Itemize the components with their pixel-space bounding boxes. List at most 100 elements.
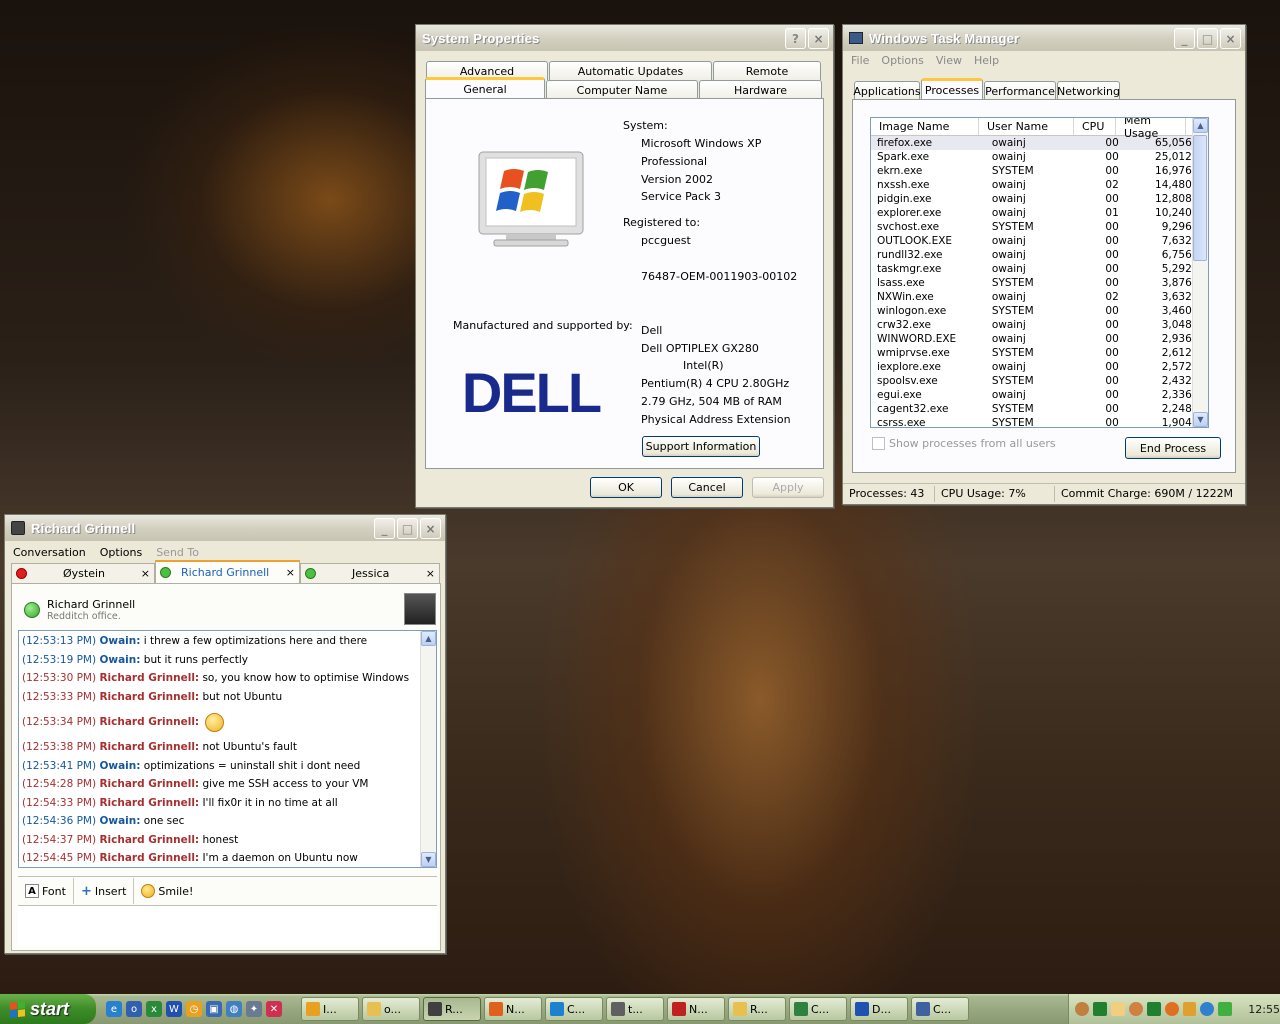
chat-titlebar[interactable]: Richard Grinnell _ □ ×: [5, 515, 445, 541]
column-cpu[interactable]: CPU: [1074, 118, 1116, 135]
tab-hardware[interactable]: Hardware: [699, 80, 822, 99]
process-row[interactable]: explorer.exe owainj 01 10,240 K: [871, 206, 1208, 220]
checkbox-box[interactable]: [872, 437, 885, 450]
message-scrollbar[interactable]: ▲ ▼: [420, 631, 436, 867]
apply-button[interactable]: Apply: [752, 477, 824, 498]
outlook-icon[interactable]: o: [126, 1001, 142, 1017]
menu-file[interactable]: File: [851, 54, 869, 67]
process-row[interactable]: csrss.exe SYSTEM 00 1,904 K: [871, 416, 1208, 427]
process-row[interactable]: lsass.exe SYSTEM 00 3,876 K: [871, 276, 1208, 290]
support-information-button[interactable]: Support Information: [642, 436, 760, 457]
tab-networking[interactable]: Networking: [1057, 81, 1120, 100]
process-row[interactable]: Spark.exe owainj 00 25,012 K: [871, 150, 1208, 164]
app-icon[interactable]: ✕: [266, 1001, 282, 1017]
smile-button[interactable]: Smile!: [134, 878, 200, 904]
tab-applications[interactable]: Applications: [853, 81, 921, 100]
menu-conversation[interactable]: Conversation: [13, 546, 86, 559]
clock[interactable]: 12:55: [1248, 1003, 1280, 1016]
globe-icon[interactable]: ◍: [226, 1001, 242, 1017]
network-icon[interactable]: ▣: [206, 1001, 222, 1017]
system-properties-titlebar[interactable]: System Properties ? ×: [416, 25, 833, 51]
process-row[interactable]: ekrn.exe SYSTEM 00 16,976 K: [871, 164, 1208, 178]
close-button[interactable]: ×: [420, 518, 441, 539]
column-user-name[interactable]: User Name: [979, 118, 1074, 135]
scroll-thumb[interactable]: [1193, 135, 1207, 261]
maximize-button[interactable]: □: [397, 518, 418, 539]
taskbar-button[interactable]: R...: [728, 997, 786, 1021]
tools-icon[interactable]: ✦: [246, 1001, 262, 1017]
process-row[interactable]: spoolsv.exe SYSTEM 00 2,432 K: [871, 374, 1208, 388]
taskbar-button[interactable]: C...: [545, 997, 603, 1021]
menu-view[interactable]: View: [936, 54, 962, 67]
tab-general[interactable]: General: [425, 77, 545, 98]
scroll-down-arrow[interactable]: ▼: [421, 852, 436, 867]
menu-help[interactable]: Help: [974, 54, 999, 67]
process-row[interactable]: crw32.exe owainj 00 3,048 K: [871, 318, 1208, 332]
column-mem-usage[interactable]: Mem Usage: [1116, 118, 1186, 140]
tab-computer-name[interactable]: Computer Name: [546, 80, 698, 99]
process-row[interactable]: WINWORD.EXE owainj 00 2,936 K: [871, 332, 1208, 346]
font-button[interactable]: A Font: [18, 878, 74, 904]
tray-monitor-icon[interactable]: [1146, 1002, 1161, 1016]
taskbar-button[interactable]: o...: [362, 997, 420, 1021]
tray-arrow-icon[interactable]: [1075, 1002, 1089, 1016]
excel-icon[interactable]: x: [146, 1001, 162, 1017]
taskbar-button[interactable]: R...: [423, 997, 481, 1021]
taskbar-button[interactable]: N...: [667, 997, 725, 1021]
process-row[interactable]: egui.exe owainj 00 2,336 K: [871, 388, 1208, 402]
tray-antivirus-icon[interactable]: [1182, 1002, 1197, 1016]
process-row[interactable]: svchost.exe SYSTEM 00 9,296 K: [871, 220, 1208, 234]
word-icon[interactable]: W: [166, 1001, 182, 1017]
taskbar-button[interactable]: C...: [789, 997, 847, 1021]
end-process-button[interactable]: End Process: [1125, 437, 1221, 459]
help-button[interactable]: ?: [785, 28, 806, 49]
process-row[interactable]: OUTLOOK.EXE owainj 00 7,632 K: [871, 234, 1208, 248]
tab-processes[interactable]: Processes: [921, 78, 983, 99]
minimize-button[interactable]: _: [374, 518, 395, 539]
process-row[interactable]: rundll32.exe owainj 00 6,756 K: [871, 248, 1208, 262]
start-button[interactable]: start: [0, 994, 96, 1024]
menu-options[interactable]: Options: [881, 54, 923, 67]
close-button[interactable]: ×: [808, 28, 829, 49]
show-all-processes-checkbox[interactable]: Show processes from all users: [872, 437, 1056, 450]
taskbar-button[interactable]: t...: [606, 997, 664, 1021]
minimize-button[interactable]: _: [1174, 28, 1195, 49]
scroll-up-arrow[interactable]: ▲: [1193, 118, 1208, 133]
tray-back-icon[interactable]: [1128, 1002, 1143, 1016]
taskbar-button[interactable]: D...: [850, 997, 908, 1021]
process-row[interactable]: winlogon.exe SYSTEM 00 3,460 K: [871, 304, 1208, 318]
process-list-scrollbar[interactable]: ▲ ▼: [1192, 118, 1208, 427]
clock-icon[interactable]: ◷: [186, 1001, 202, 1017]
menu-options[interactable]: Options: [100, 546, 142, 559]
process-row[interactable]: firefox.exe owainj 00 65,056 K: [871, 136, 1208, 150]
process-row[interactable]: nxssh.exe owainj 02 14,480 K: [871, 178, 1208, 192]
ie-icon[interactable]: e: [106, 1001, 122, 1017]
cancel-button[interactable]: Cancel: [671, 477, 743, 498]
insert-button[interactable]: + Insert: [74, 878, 135, 904]
tray-firefox-icon[interactable]: [1164, 1002, 1179, 1016]
process-row[interactable]: taskmgr.exe owainj 00 5,292 K: [871, 262, 1208, 276]
tab-close-icon[interactable]: ×: [141, 567, 150, 580]
menu-send-to[interactable]: Send To: [156, 546, 199, 559]
task-manager-titlebar[interactable]: Windows Task Manager _ □ ×: [843, 25, 1245, 51]
scroll-down-arrow[interactable]: ▼: [1193, 412, 1208, 427]
tab-automatic-updates[interactable]: Automatic Updates: [549, 61, 712, 80]
tab-remote[interactable]: Remote: [713, 61, 821, 80]
process-row[interactable]: wmiprvse.exe SYSTEM 00 2,612 K: [871, 346, 1208, 360]
column-image-name[interactable]: Image Name: [871, 118, 979, 135]
scroll-up-arrow[interactable]: ▲: [421, 631, 436, 646]
tab-close-icon[interactable]: ×: [426, 567, 435, 580]
tray-mail-icon[interactable]: [1110, 1002, 1125, 1016]
tray-pidgin-icon[interactable]: [1218, 1002, 1233, 1016]
taskbar-button[interactable]: N...: [484, 997, 542, 1021]
tab-close-icon[interactable]: ×: [286, 566, 295, 579]
taskbar-button[interactable]: C...: [911, 997, 969, 1021]
ok-button[interactable]: OK: [590, 477, 662, 498]
close-button[interactable]: ×: [1220, 28, 1241, 49]
maximize-button[interactable]: □: [1197, 28, 1218, 49]
tab-performance[interactable]: Performance: [984, 81, 1056, 100]
process-row[interactable]: NXWin.exe owainj 02 3,632 K: [871, 290, 1208, 304]
conversation-tab-richard-grinnell[interactable]: Richard Grinnell ×: [155, 560, 300, 583]
tray-shield-icon[interactable]: [1200, 1002, 1215, 1016]
taskbar-button[interactable]: I...: [301, 997, 359, 1021]
